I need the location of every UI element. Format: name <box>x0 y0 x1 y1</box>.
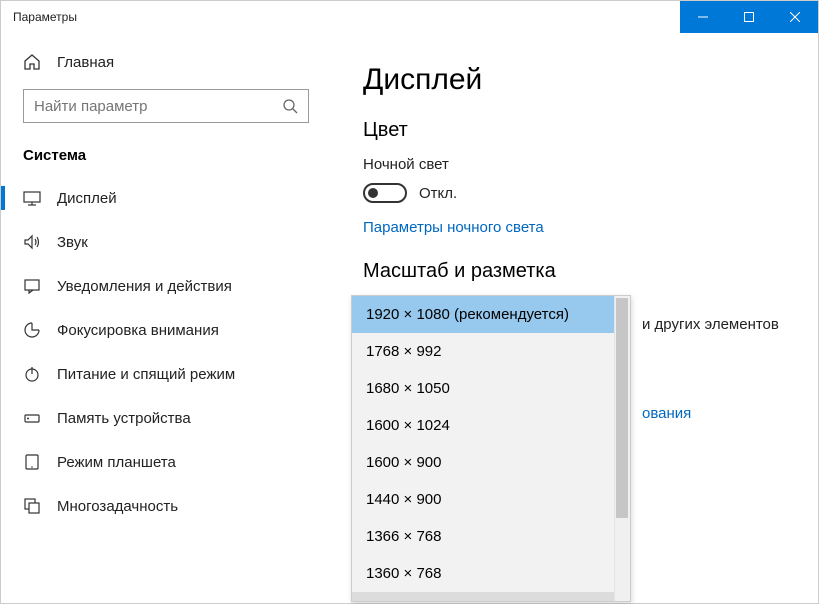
resolution-option[interactable]: 1440 × 900 <box>352 481 630 518</box>
nav-item-display[interactable]: Дисплей <box>1 176 331 220</box>
nav-item-notifications[interactable]: Уведомления и действия <box>1 264 331 308</box>
section-scale-heading: Масштаб и разметка <box>363 260 788 283</box>
close-button[interactable] <box>772 1 818 33</box>
resolution-option[interactable]: 1366 × 768 <box>352 518 630 555</box>
nav-item-power[interactable]: Питание и спящий режим <box>1 352 331 396</box>
nav-item-tablet[interactable]: Режим планшета <box>1 440 331 484</box>
notifications-icon <box>23 277 41 295</box>
nav-item-label: Звук <box>57 234 88 251</box>
resolution-option[interactable]: 1600 × 900 <box>352 444 630 481</box>
dropdown-scrollbar-thumb[interactable] <box>616 298 628 518</box>
tablet-icon <box>23 453 41 471</box>
multitask-icon <box>23 497 41 515</box>
page-title: Дисплей <box>363 63 788 97</box>
obscured-text-elements: и других элементов <box>642 316 779 333</box>
nav-item-label: Многозадачность <box>57 498 178 515</box>
home-label: Главная <box>57 54 114 71</box>
search-icon <box>282 98 298 114</box>
nav-item-sound[interactable]: Звук <box>1 220 331 264</box>
nav-item-label: Дисплей <box>57 190 117 207</box>
resolution-option[interactable]: 1680 × 1050 <box>352 370 630 407</box>
close-icon <box>790 12 800 22</box>
nav-item-label: Уведомления и действия <box>57 278 232 295</box>
night-light-label: Ночной свет <box>363 156 788 173</box>
maximize-icon <box>744 12 754 22</box>
nav-item-label: Питание и спящий режим <box>57 366 235 383</box>
search-input[interactable] <box>34 98 282 115</box>
nav-item-label: Память устройства <box>57 410 191 427</box>
resolution-option[interactable]: 1600 × 1024 <box>352 407 630 444</box>
resolution-option[interactable]: 1920 × 1080 (рекомендуется) <box>352 296 630 333</box>
storage-icon <box>23 409 41 427</box>
section-color-heading: Цвет <box>363 119 788 142</box>
home-button[interactable]: Главная <box>1 53 331 89</box>
home-icon <box>23 53 41 71</box>
night-light-settings-link[interactable]: Параметры ночного света <box>363 219 544 236</box>
toggle-state-label: Откл. <box>419 185 457 202</box>
nav-item-multitask[interactable]: Многозадачность <box>1 484 331 528</box>
display-icon <box>23 189 41 207</box>
night-light-toggle[interactable] <box>363 183 407 203</box>
nav-item-label: Фокусировка внимания <box>57 322 219 339</box>
dropdown-scrollbar[interactable] <box>614 296 630 601</box>
window-controls <box>680 1 818 33</box>
power-icon <box>23 365 41 383</box>
resolution-option[interactable]: 1768 × 992 <box>352 333 630 370</box>
sidebar-section-title: Система <box>1 147 331 176</box>
resolution-option[interactable]: 1360 × 768 <box>352 555 630 592</box>
sidebar: Главная Система Дисплей Звук Уведом <box>1 33 331 603</box>
titlebar: Параметры <box>1 1 818 33</box>
resolution-dropdown[interactable]: 1920 × 1080 (рекомендуется)1768 × 992168… <box>351 295 631 602</box>
maximize-button[interactable] <box>726 1 772 33</box>
sound-icon <box>23 233 41 251</box>
search-input-wrap[interactable] <box>23 89 309 123</box>
minimize-button[interactable] <box>680 1 726 33</box>
toggle-knob <box>368 188 378 198</box>
nav-item-storage[interactable]: Память устройства <box>1 396 331 440</box>
nav-item-label: Режим планшета <box>57 454 176 471</box>
focus-icon <box>23 321 41 339</box>
resolution-option[interactable]: 1280 × 1024 <box>352 592 630 601</box>
obscured-scale-link[interactable]: ования <box>642 405 691 422</box>
window-title: Параметры <box>1 10 77 24</box>
nav-list: Дисплей Звук Уведомления и действия Фоку… <box>1 176 331 528</box>
nav-item-focus[interactable]: Фокусировка внимания <box>1 308 331 352</box>
minimize-icon <box>698 12 708 22</box>
